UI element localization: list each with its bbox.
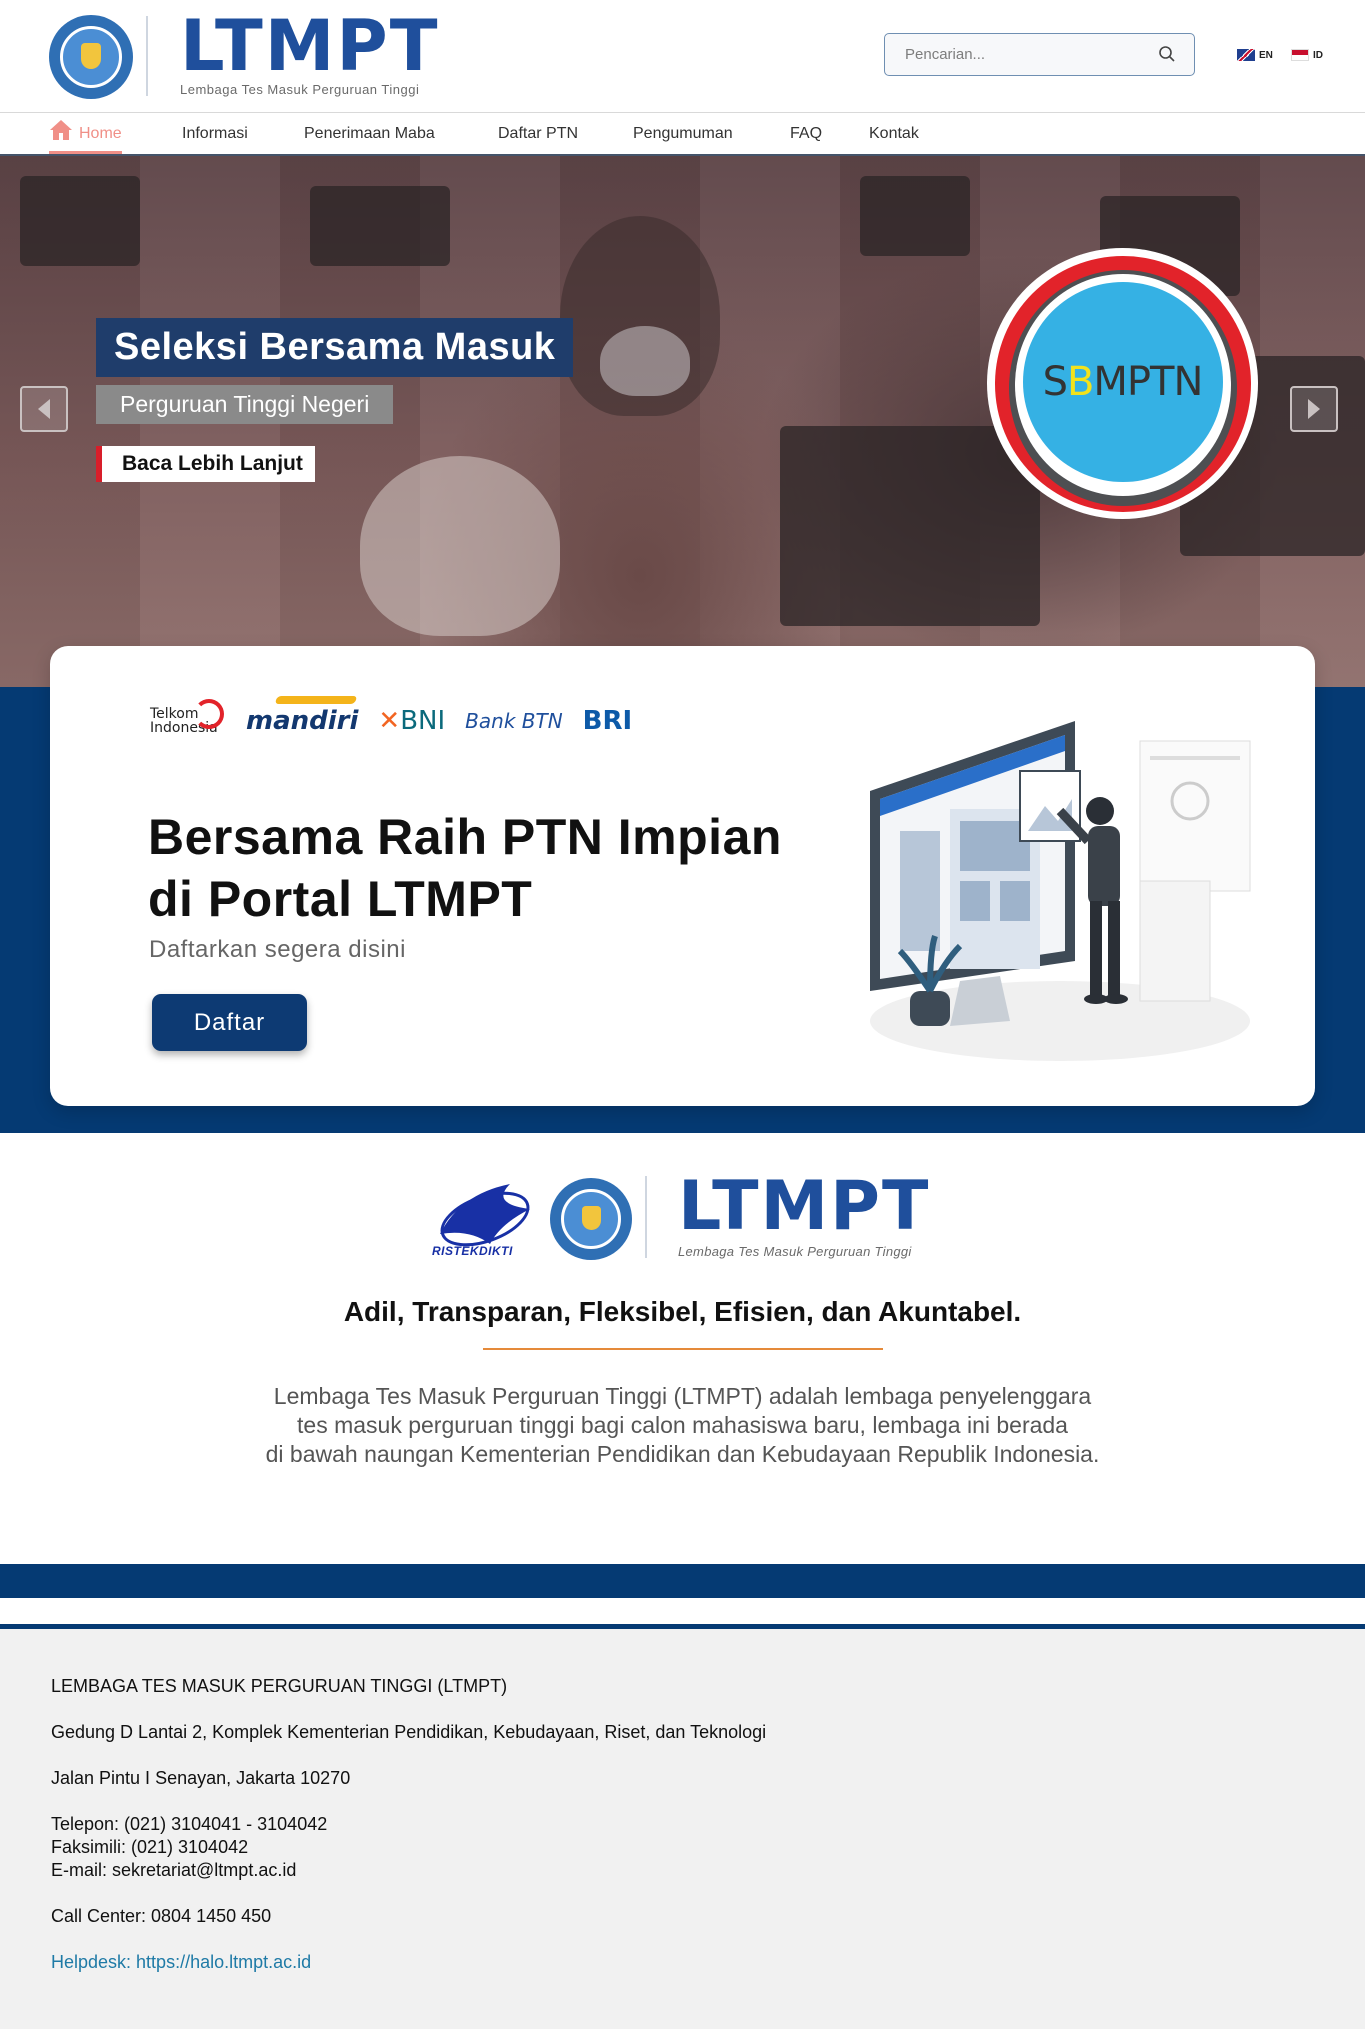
portal-illustration [870, 721, 1251, 1061]
sbmptn-logo: S B MPTN [987, 248, 1258, 519]
carousel-next-button[interactable] [1290, 386, 1338, 432]
language-en[interactable]: EN [1237, 49, 1273, 61]
language-id-label: ID [1313, 49, 1323, 61]
bni-logo: ✕BNI [378, 706, 446, 736]
brand[interactable]: LTMPT Lembaga Tes Masuk Perguruan Tinggi [180, 8, 439, 97]
btn-logo: Bank BTN [465, 709, 563, 733]
nav-home-label: Home [79, 125, 122, 142]
hero-photo-monitor [780, 426, 1040, 626]
about-description: Lembaga Tes Masuk Perguruan Tinggi (LTMP… [265, 1383, 1100, 1467]
search-input[interactable] [885, 34, 1145, 74]
tagline-underline [483, 1348, 883, 1350]
logo-divider [645, 1176, 647, 1258]
language-en-label: EN [1259, 49, 1273, 61]
registration-subtitle: Daftarkan segera disini [149, 936, 406, 963]
hero-carousel: Seleksi Bersama Masuk Perguruan Tinggi N… [0, 156, 1365, 687]
site-footer: LEMBAGA TES MASUK PERGURUAN TINGGI (LTMP… [0, 1629, 1365, 2029]
hero-title: Seleksi Bersama Masuk [96, 318, 574, 377]
footer-address-1: Gedung D Lantai 2, Komplek Kementerian P… [51, 1722, 767, 1742]
footer-org: LEMBAGA TES MASUK PERGURUAN TINGGI (LTMP… [51, 1676, 508, 1696]
home-icon [50, 120, 72, 140]
footer-address-2: Jalan Pintu I Senayan, Jakarta 10270 [51, 1768, 351, 1788]
footer-call-center: Call Center: 0804 1450 450 [51, 1906, 272, 1926]
about-logos: RISTEKDIKTI LTMPT Lembaga Tes Masuk Perg… [430, 1170, 950, 1270]
language-id[interactable]: ID [1291, 49, 1323, 61]
bri-logo: BRI [582, 706, 633, 736]
footer-band [0, 1564, 1365, 1598]
search-icon[interactable] [1158, 45, 1176, 63]
site-header: LTMPT Lembaga Tes Masuk Perguruan Tinggi… [0, 0, 1365, 113]
chevron-right-icon [1308, 399, 1320, 419]
footer-phone: Telepon: (021) 3104041 - 3104042 [51, 1814, 328, 1834]
about-brand-subtitle: Lembaga Tes Masuk Perguruan Tinggi [678, 1244, 912, 1259]
logo-divider [146, 16, 148, 96]
footer-fax: Faksimili: (021) 3104042 [51, 1837, 249, 1857]
nav-informasi[interactable]: Informasi [182, 113, 248, 154]
hero-photo-mask [600, 326, 690, 396]
about-brand-name: LTMPT [678, 1167, 931, 1246]
about-brand: LTMPT Lembaga Tes Masuk Perguruan Tinggi [678, 1167, 931, 1260]
main-nav: Home Informasi Penerimaan Maba Daftar PT… [0, 113, 1365, 156]
tut-wuri-handayani-logo[interactable] [49, 15, 133, 99]
register-button[interactable]: Daftar [152, 994, 307, 1051]
hero-photo-paper [360, 456, 560, 636]
nav-faq[interactable]: FAQ [790, 113, 822, 154]
sbmptn-highlight: B [1066, 358, 1094, 405]
brand-subtitle: Lembaga Tes Masuk Perguruan Tinggi [180, 82, 420, 97]
ristekdikti-label: RISTEKDIKTI [432, 1244, 513, 1258]
partner-logos: Telkom Indonesia mandiri ✕BNI Bank BTN B… [150, 699, 633, 736]
carousel-prev-button[interactable] [20, 386, 68, 432]
indonesia-flag-icon [1291, 49, 1309, 61]
hero-subtitle: Perguruan Tinggi Negeri [96, 385, 394, 424]
nav-kontak[interactable]: Kontak [869, 113, 919, 154]
registration-title: Bersama Raih PTN Impian di Portal LTMPT [148, 809, 782, 927]
nav-daftar-ptn[interactable]: Daftar PTN [498, 113, 578, 154]
telkom-logo: Telkom Indonesia [150, 699, 226, 735]
footer-helpdesk-link[interactable]: Helpdesk: https://halo.ltmpt.ac.id [51, 1952, 311, 1972]
hero-photo-monitor [20, 176, 140, 266]
brand-name: LTMPT [180, 5, 440, 87]
mandiri-logo: mandiri [246, 706, 359, 736]
registration-card: Telkom Indonesia mandiri ✕BNI Bank BTN B… [50, 646, 1315, 1106]
nav-penerimaan-maba[interactable]: Penerimaan Maba [304, 113, 435, 154]
hero-photo-monitor [860, 176, 970, 256]
chevron-left-icon [38, 399, 50, 419]
tut-wuri-handayani-logo [550, 1178, 632, 1260]
search-box [884, 33, 1195, 76]
tagline: Adil, Transparan, Fleksibel, Efisien, da… [343, 1296, 1022, 1327]
sbmptn-suffix: MPTN [1093, 358, 1203, 405]
sbmptn-prefix: S [1042, 358, 1068, 405]
nav-home[interactable]: Home [49, 113, 122, 154]
uk-flag-icon [1237, 49, 1255, 61]
footer-email[interactable]: E-mail: sekretariat@ltmpt.ac.id [51, 1859, 766, 1882]
read-more-button[interactable]: Baca Lebih Lanjut [96, 446, 315, 482]
nav-pengumuman[interactable]: Pengumuman [633, 113, 733, 154]
hero-photo-monitor [310, 186, 450, 266]
